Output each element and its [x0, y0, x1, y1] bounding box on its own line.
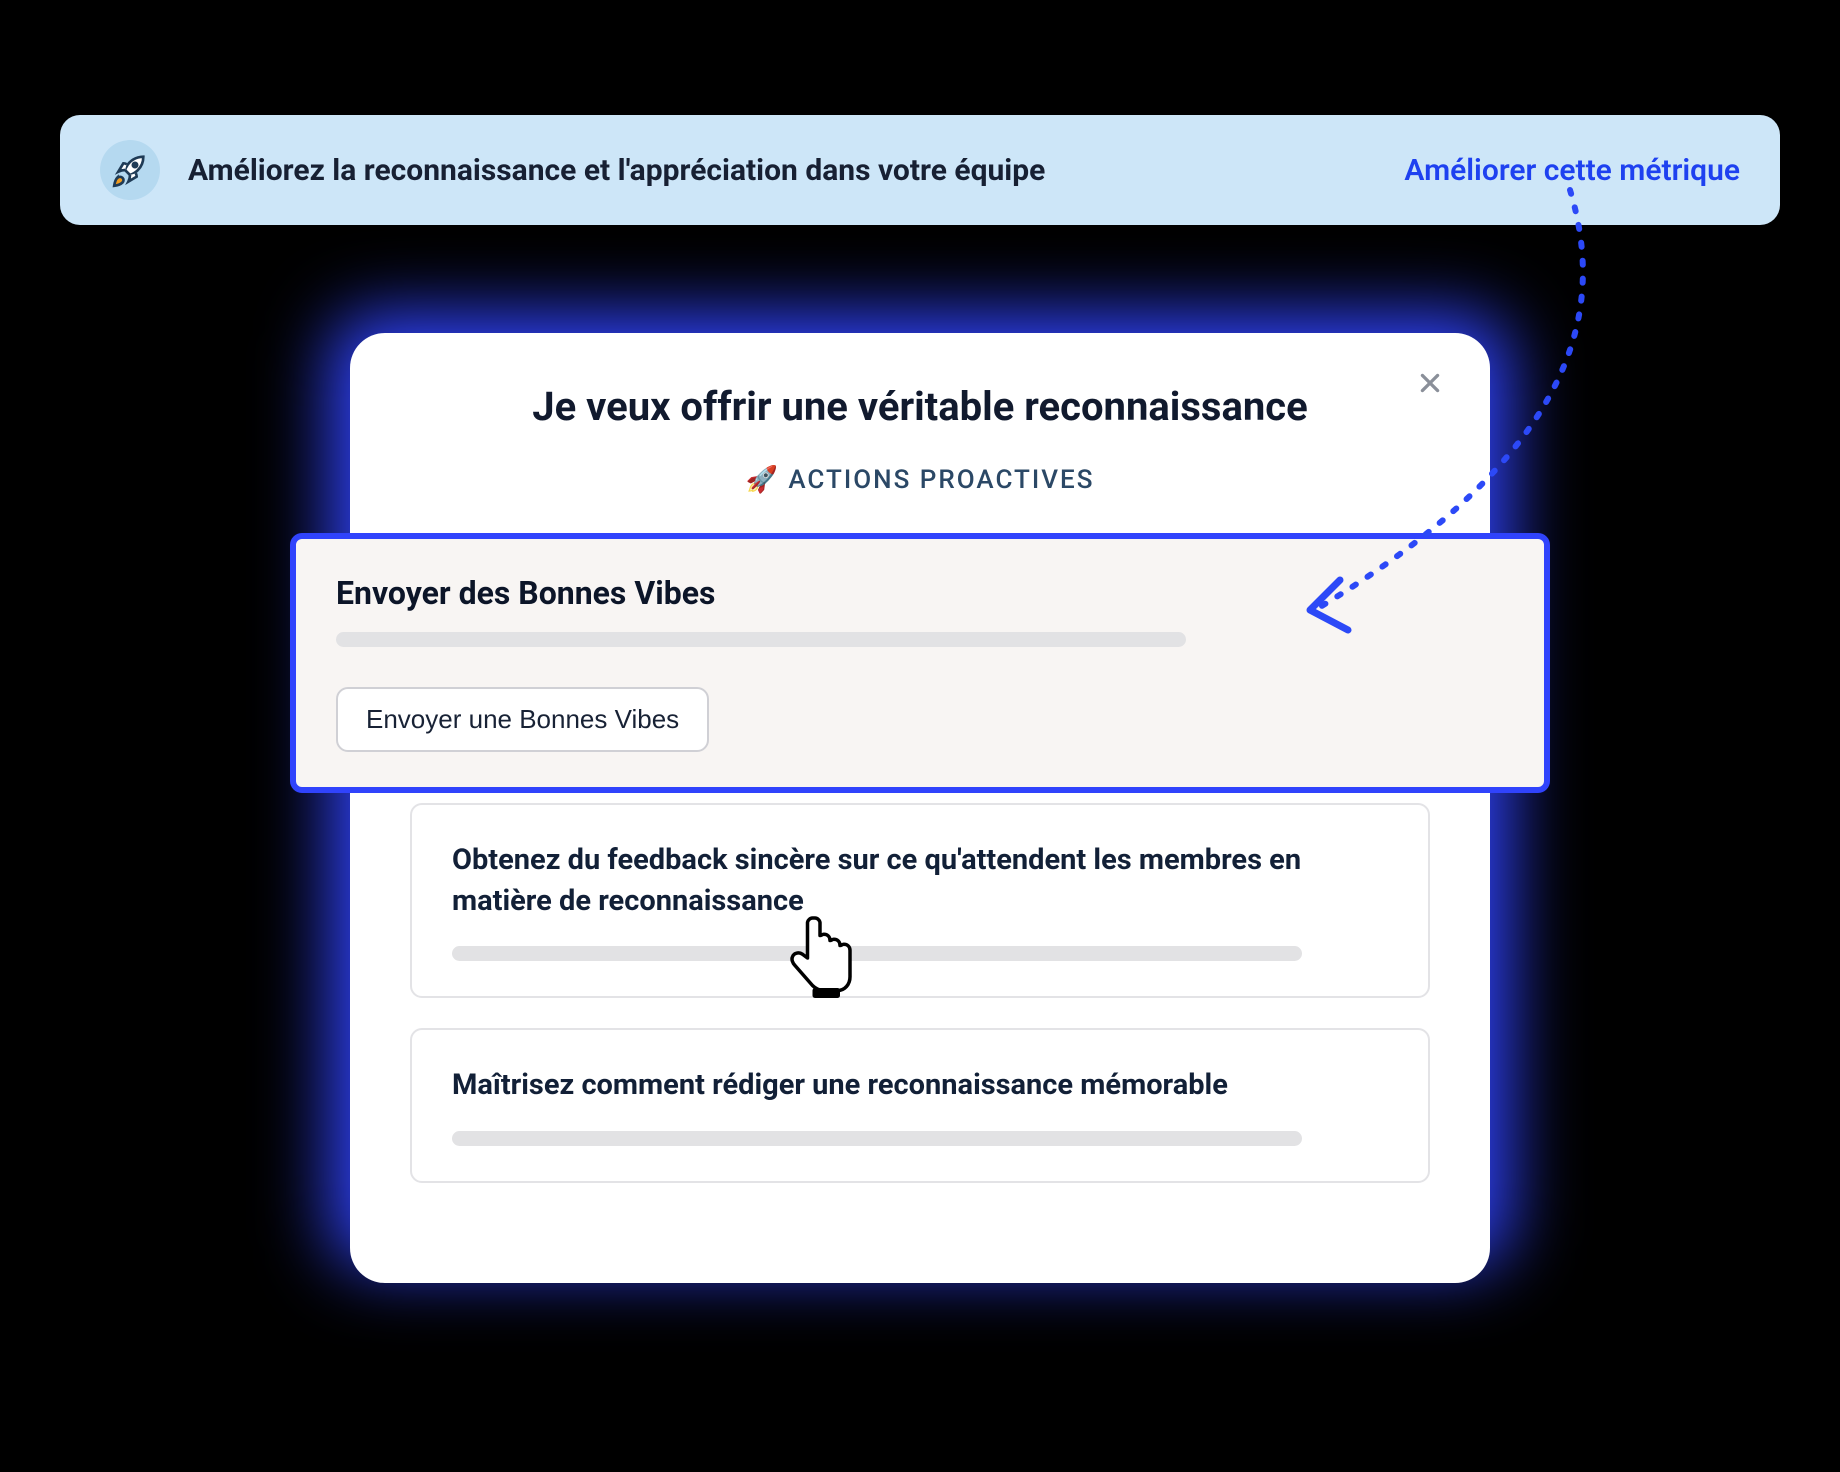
modal-title: Je veux offrir une véritable reconnaissa…: [350, 383, 1490, 430]
improvement-banner: Améliorez la reconnaissance et l'appréci…: [60, 115, 1780, 225]
highlighted-action-title: Envoyer des Bonnes Vibes: [336, 574, 1504, 612]
action-card-title: Maîtrisez comment rédiger une reconnaiss…: [452, 1065, 1388, 1106]
action-card-title: Obtenez du feedback sincère sur ce qu'at…: [452, 840, 1388, 921]
subtitle-text: ACTIONS PROACTIVES: [788, 465, 1094, 495]
progress-bar: [452, 1131, 1302, 1146]
send-vibes-button[interactable]: Envoyer une Bonnes Vibes: [336, 687, 709, 752]
pointer-cursor-icon: [785, 913, 860, 1007]
banner-title: Améliorez la reconnaissance et l'appréci…: [188, 153, 1045, 188]
rocket-icon: [100, 140, 160, 200]
banner-left: Améliorez la reconnaissance et l'appréci…: [100, 140, 1045, 200]
action-card-feedback[interactable]: Obtenez du feedback sincère sur ce qu'at…: [410, 803, 1430, 998]
recognition-modal-wrap: Je veux offrir une véritable reconnaissa…: [350, 333, 1490, 1283]
recognition-modal: Je veux offrir une véritable reconnaissa…: [350, 333, 1490, 1283]
rocket-emoji: 🚀: [746, 465, 780, 495]
highlighted-action-card[interactable]: Envoyer des Bonnes Vibes Envoyer une Bon…: [290, 533, 1550, 793]
action-list: Obtenez du feedback sincère sur ce qu'at…: [410, 803, 1430, 1213]
improve-metric-link[interactable]: Améliorer cette métrique: [1404, 153, 1740, 188]
close-button[interactable]: [1415, 368, 1445, 398]
progress-bar: [336, 632, 1186, 647]
progress-bar: [452, 946, 1302, 961]
modal-subtitle: 🚀 ACTIONS PROACTIVES: [350, 465, 1490, 495]
close-icon: [1417, 370, 1443, 396]
action-card-writing[interactable]: Maîtrisez comment rédiger une reconnaiss…: [410, 1028, 1430, 1183]
